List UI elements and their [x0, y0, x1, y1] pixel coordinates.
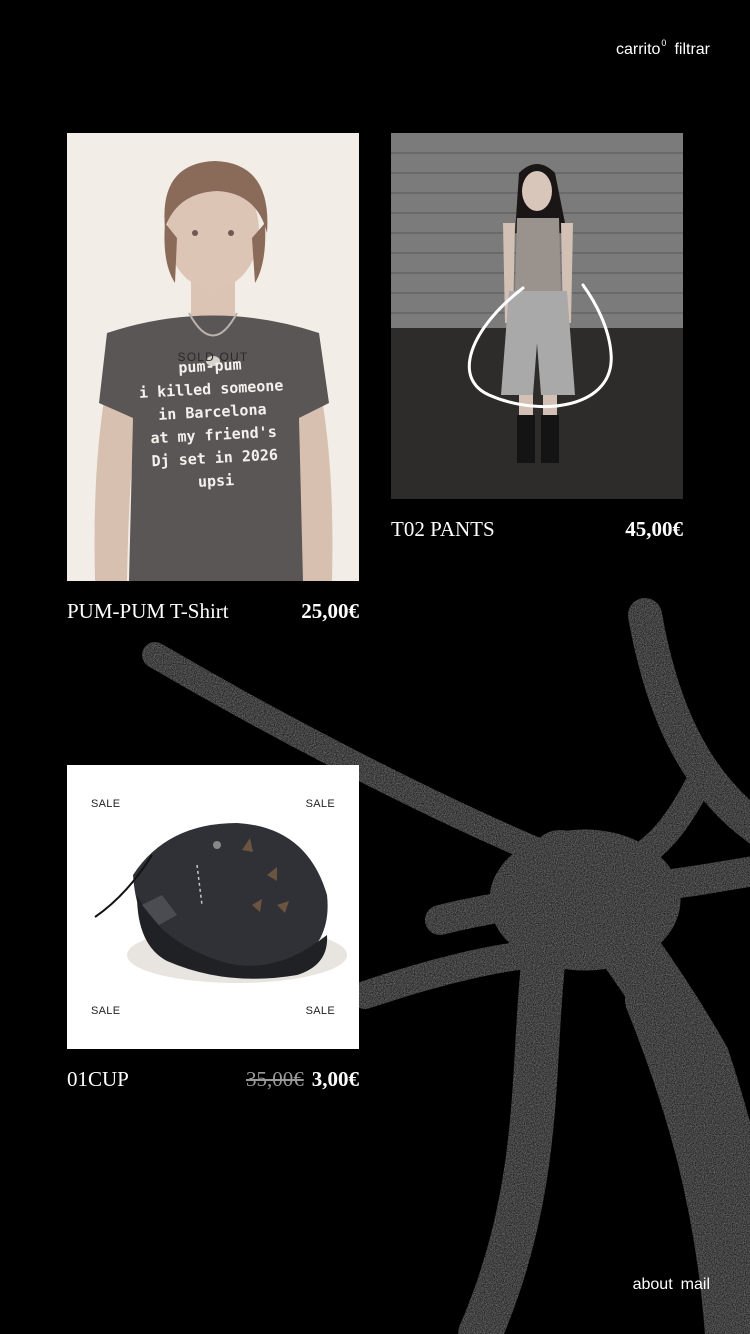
model-pants-photo: [391, 133, 683, 499]
sale-badge: SALE: [305, 798, 335, 810]
product-card-t02-pants[interactable]: T02 PANTS 45,00€: [391, 133, 683, 542]
sold-out-badge: SOLD OUT: [177, 350, 249, 364]
mail-link[interactable]: mail: [681, 1276, 710, 1293]
product-price: 3,00€: [311, 1067, 359, 1091]
sale-badge: SALE: [91, 798, 121, 810]
cart-label: carrito: [615, 41, 661, 58]
product-info: T02 PANTS 45,00€: [391, 517, 683, 542]
cart-count: 0: [661, 38, 667, 48]
product-image[interactable]: [391, 133, 683, 499]
sale-badge: SALE: [91, 1005, 121, 1017]
product-price: 45,00€: [625, 517, 683, 541]
product-image[interactable]: SOLD OUT pum-pum i killed someone in Bar…: [67, 133, 359, 581]
product-info: PUM-PUM T-Shirt 25,00€: [67, 599, 359, 624]
original-price: 35,00€: [246, 1067, 304, 1091]
about-link[interactable]: about: [633, 1276, 673, 1293]
product-price: 25,00€: [301, 599, 359, 623]
product-name[interactable]: T02 PANTS: [391, 517, 495, 542]
bottom-nav: about mail: [633, 1276, 710, 1294]
sale-badge: SALE: [305, 1005, 335, 1017]
price-group: 35,00€ 3,00€: [246, 1067, 359, 1092]
product-card-01cup[interactable]: SALE SALE SALE SALE 01CUP 35,00€ 3,00€: [67, 765, 359, 1092]
product-name[interactable]: 01CUP: [67, 1067, 129, 1092]
shirt-print-text: pum-pum i killed someone in Barcelona at…: [67, 347, 359, 500]
product-image[interactable]: SALE SALE SALE SALE: [67, 765, 359, 1049]
filter-link[interactable]: filtrar: [674, 41, 710, 58]
product-card-pum-pum-tshirt[interactable]: SOLD OUT pum-pum i killed someone in Bar…: [67, 133, 359, 624]
product-name[interactable]: PUM-PUM T-Shirt: [67, 599, 229, 624]
product-info: 01CUP 35,00€ 3,00€: [67, 1067, 359, 1092]
cart-link[interactable]: carrito0: [615, 38, 667, 58]
top-nav: carrito0 filtrar: [616, 38, 710, 59]
